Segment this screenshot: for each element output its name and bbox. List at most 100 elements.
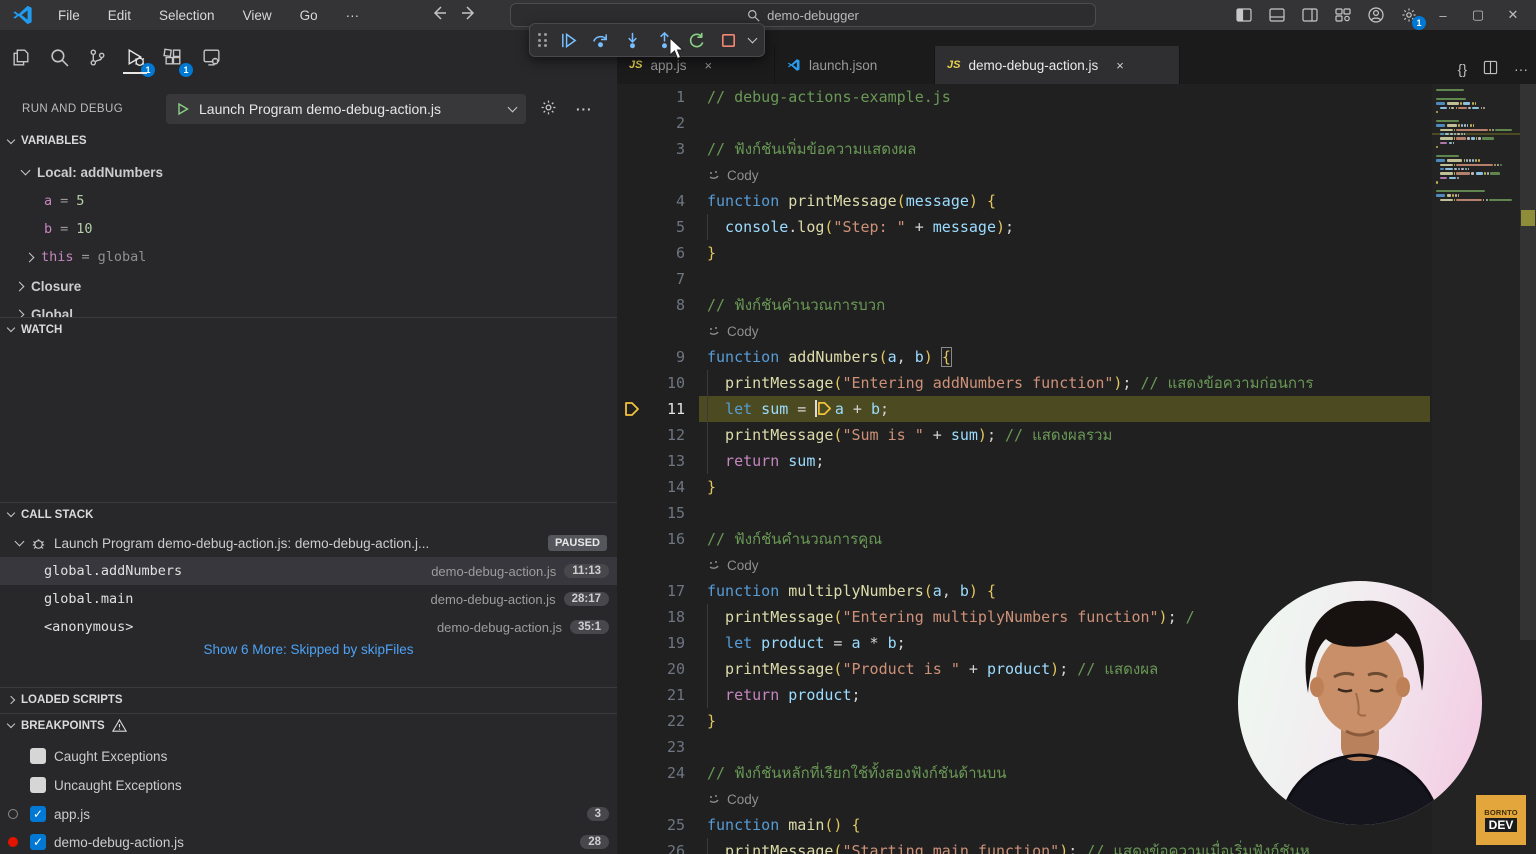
breakpoint-gutter[interactable]	[617, 734, 647, 760]
code-line[interactable]: 10 printMessage("Entering addNumbers fun…	[617, 370, 1432, 396]
breakpoint-file-app-js[interactable]: ✓ app.js 3	[0, 800, 617, 828]
menu-more[interactable]: ···	[334, 4, 372, 27]
window-restore-icon[interactable]: ▢	[1465, 7, 1491, 23]
breakpoint-gutter[interactable]	[617, 682, 647, 708]
breakpoint-file-demo-debug-action-js[interactable]: ✓ demo-debug-action.js 28	[0, 828, 617, 854]
code-line[interactable]: 9 function addNumbers(a, b) {	[617, 344, 1432, 370]
code-line[interactable]: 7	[617, 266, 1432, 292]
toggle-panel-icon[interactable]	[1265, 3, 1289, 27]
code-line[interactable]: 2	[617, 110, 1432, 136]
breakpoint-gutter[interactable]	[617, 344, 647, 370]
variables-header[interactable]: VARIABLES	[0, 129, 87, 153]
call-stack-thread[interactable]: Launch Program demo-debug-action.js: dem…	[0, 529, 617, 557]
code-line[interactable]: 8 // ฟังก์ชันคำนวณการบวก	[617, 292, 1432, 318]
breakpoint-gutter[interactable]	[617, 526, 647, 552]
stop-button[interactable]	[715, 26, 743, 54]
variable-row-b[interactable]: b = 10	[0, 215, 617, 243]
breakpoint-uncaught-exceptions[interactable]: Uncaught Exceptions	[0, 771, 617, 799]
code-line[interactable]: 14}	[617, 474, 1432, 500]
code-line[interactable]: 1 // debug-actions-example.js	[617, 84, 1432, 110]
variable-row-this[interactable]: this = global	[0, 243, 617, 271]
toggle-primary-sidebar-icon[interactable]	[1232, 3, 1256, 27]
split-editor-icon[interactable]	[1483, 60, 1498, 78]
breakpoint-gutter[interactable]	[617, 422, 647, 448]
stack-frame-row[interactable]: <anonymous> demo-debug-action.js 35:1	[0, 613, 617, 641]
show-more-frames-link[interactable]: Show 6 More: Skipped by skipFiles	[0, 642, 617, 657]
run-and-debug-icon[interactable]: 1	[120, 40, 155, 77]
breakpoint-gutter[interactable]	[617, 708, 647, 734]
code-line[interactable]: 11 let sum = a + b;	[617, 396, 1432, 422]
breakpoint-gutter[interactable]	[617, 630, 647, 656]
stack-frame-row[interactable]: global.addNumbers demo-debug-action.js 11…	[0, 557, 617, 585]
tab-close-icon[interactable]: ×	[705, 58, 713, 73]
code-line[interactable]: 12 printMessage("Sum is " + sum); // แสด…	[617, 422, 1432, 448]
breakpoint-gutter[interactable]	[617, 266, 647, 292]
explorer-icon[interactable]	[6, 40, 36, 74]
loaded-scripts-header[interactable]: LOADED SCRIPTS	[0, 687, 617, 711]
toolbar-drag-handle-icon[interactable]	[538, 33, 547, 47]
code-line[interactable]: 5 console.log("Step: " + message);	[617, 214, 1432, 240]
call-stack-header[interactable]: CALL STACK	[0, 502, 617, 526]
breakpoint-gutter[interactable]	[617, 188, 647, 214]
menu-view[interactable]: View	[231, 4, 284, 27]
remote-explorer-icon[interactable]	[196, 40, 226, 74]
variables-scope-local[interactable]: Local: addNumbers	[0, 158, 617, 186]
code-line[interactable]: 13 return sum;	[617, 448, 1432, 474]
code-line[interactable]: 4 function printMessage(message) {	[617, 188, 1432, 214]
overview-ruler[interactable]	[1520, 84, 1536, 854]
code-line[interactable]: 6}	[617, 240, 1432, 266]
extensions-icon[interactable]: 1	[158, 40, 193, 77]
account-icon[interactable]	[1364, 3, 1388, 27]
settings-gear-icon[interactable]: 1	[1397, 3, 1426, 30]
window-close-icon[interactable]: ✕	[1500, 7, 1526, 23]
breakpoints-header[interactable]: BREAKPOINTS	[0, 713, 617, 737]
scrollbar-thumb[interactable]	[1520, 84, 1536, 640]
debug-views-more-icon[interactable]: ···	[576, 102, 593, 117]
breakpoint-gutter[interactable]	[617, 500, 647, 526]
debug-settings-gear-icon[interactable]	[540, 99, 557, 119]
customize-layout-icon[interactable]	[1331, 3, 1355, 27]
continue-button[interactable]	[555, 26, 583, 54]
more-debug-actions-icon[interactable]	[747, 33, 757, 44]
toggle-secondary-sidebar-icon[interactable]	[1298, 3, 1322, 27]
breakpoint-gutter[interactable]	[617, 370, 647, 396]
step-over-button[interactable]	[587, 26, 615, 54]
step-into-button[interactable]	[619, 26, 647, 54]
stack-frame-row[interactable]: global.main demo-debug-action.js 28:17	[0, 585, 617, 613]
code-line[interactable]: 25 function main() {	[617, 812, 1432, 838]
breakpoint-gutter[interactable]	[617, 604, 647, 630]
launch-config-dropdown[interactable]: Launch Program demo-debug-action.js	[166, 94, 526, 124]
menu-go[interactable]: Go	[288, 4, 330, 27]
variables-scope-global[interactable]: Global	[0, 300, 617, 317]
tab-close-icon[interactable]: ×	[1116, 58, 1124, 73]
breakpoint-gutter[interactable]	[617, 812, 647, 838]
source-control-icon[interactable]	[82, 40, 112, 74]
checkbox-checked[interactable]: ✓	[30, 834, 46, 850]
breakpoint-gutter[interactable]	[617, 292, 647, 318]
breakpoint-gutter[interactable]	[617, 474, 647, 500]
watch-header[interactable]: WATCH	[0, 317, 617, 341]
menu-selection[interactable]: Selection	[147, 4, 227, 27]
cody-code-lens[interactable]: Cody	[617, 162, 1432, 188]
checkbox-unchecked[interactable]	[30, 777, 46, 793]
cody-code-lens[interactable]: Cody	[617, 318, 1432, 344]
breakpoint-gutter[interactable]	[617, 136, 647, 162]
checkbox-unchecked[interactable]	[30, 748, 46, 764]
breakpoint-gutter[interactable]	[617, 656, 647, 682]
breakpoint-gutter[interactable]	[617, 448, 647, 474]
start-debug-icon[interactable]	[176, 102, 190, 116]
variables-scope-closure[interactable]: Closure	[0, 272, 617, 300]
window-minimize-icon[interactable]: –	[1430, 8, 1456, 23]
breakpoint-gutter[interactable]	[617, 214, 647, 240]
code-line[interactable]: 3 // ฟังก์ชันเพิ่มข้อความแสดงผล	[617, 136, 1432, 162]
breakpoint-gutter[interactable]	[617, 578, 647, 604]
tab-demo-debug-action-js[interactable]: JS demo-debug-action.js ×	[935, 46, 1180, 84]
breakpoint-gutter[interactable]	[617, 760, 647, 786]
debug-current-line-arrow-icon[interactable]	[617, 396, 647, 422]
menu-file[interactable]: File	[46, 4, 92, 27]
variable-row-a[interactable]: a = 5	[0, 187, 617, 215]
editor-more-actions-icon[interactable]: ···	[1514, 61, 1528, 77]
breakpoint-gutter[interactable]	[617, 84, 647, 110]
search-sidebar-icon[interactable]	[44, 40, 74, 74]
cody-code-lens[interactable]: Cody	[617, 552, 1432, 578]
